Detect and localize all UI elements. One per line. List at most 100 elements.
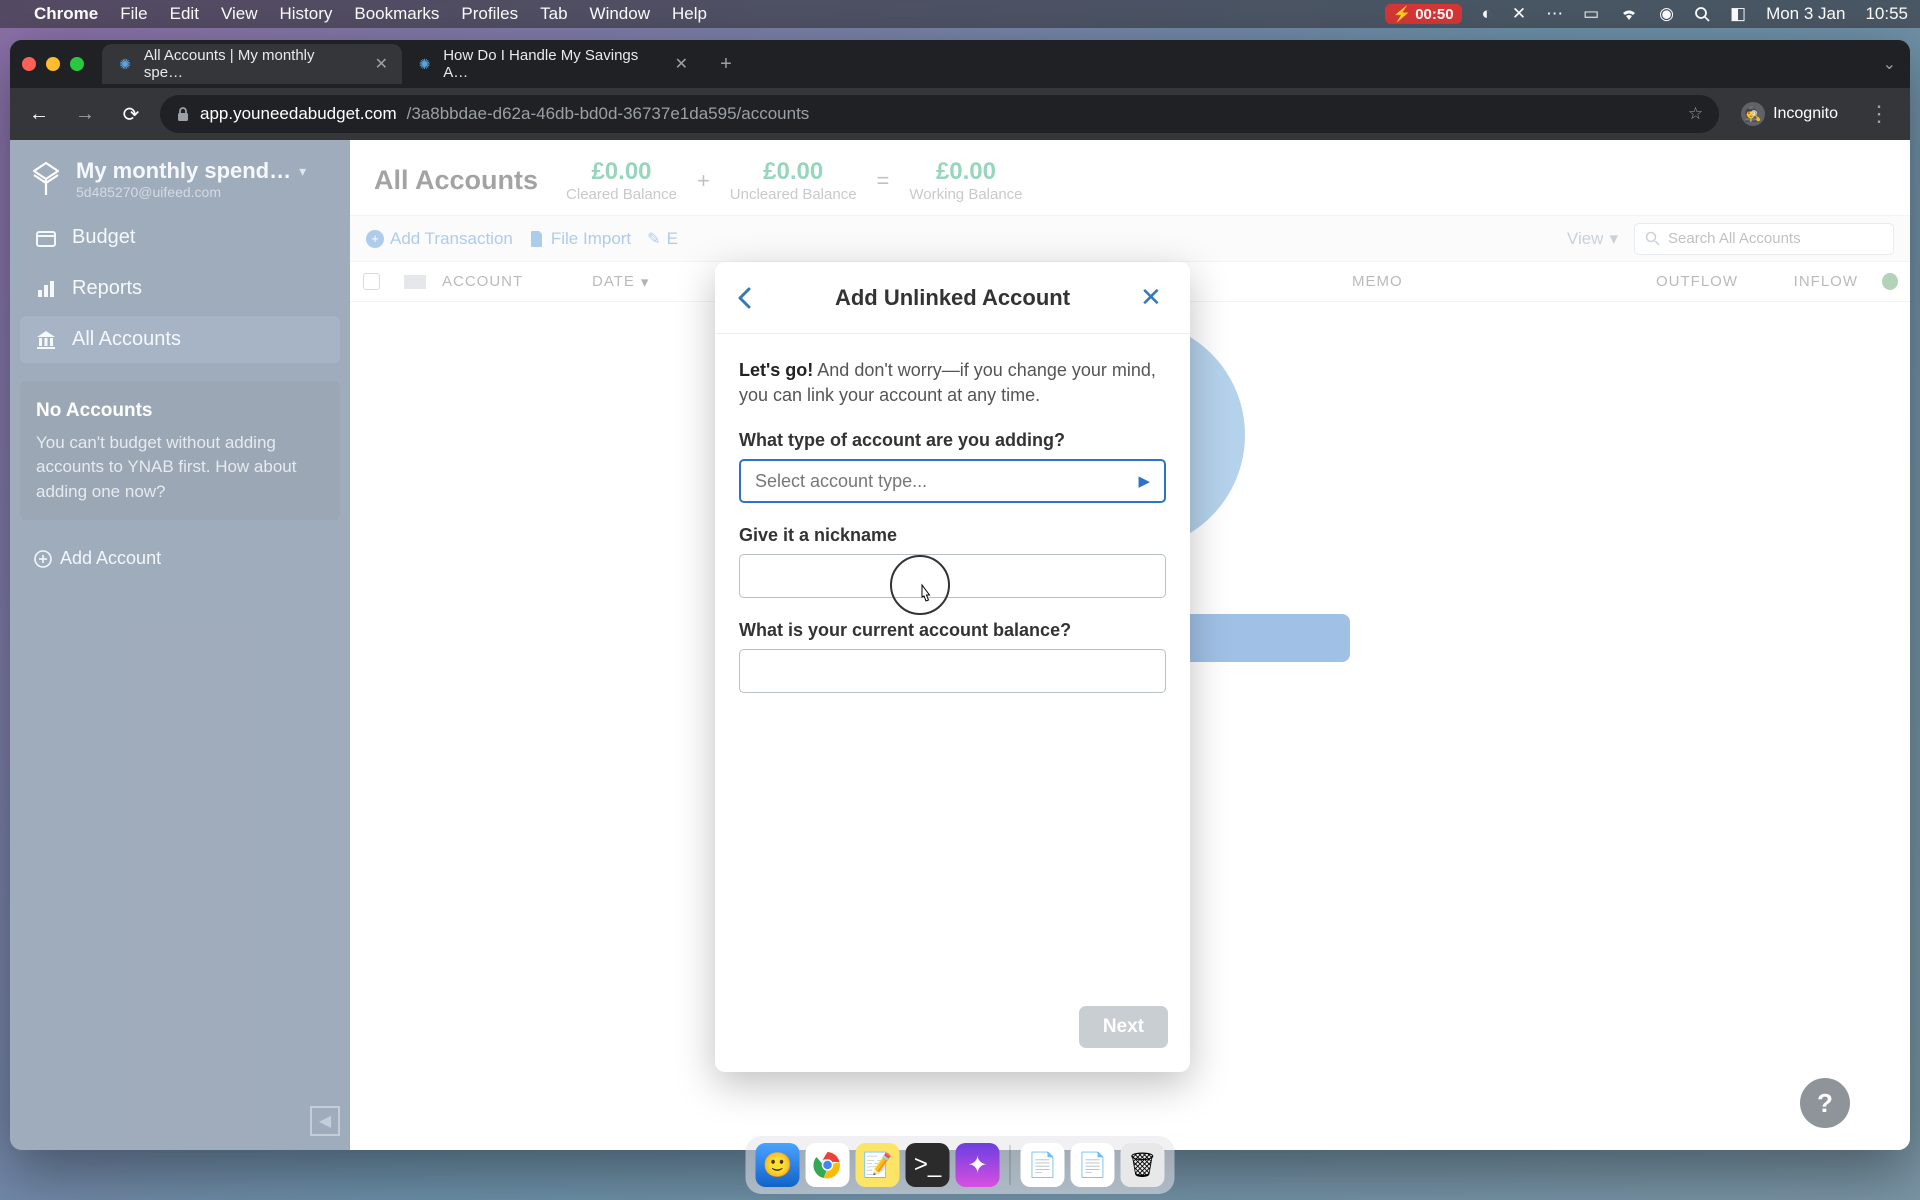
- tab-favicon-icon: ✺: [116, 55, 134, 73]
- dock-app[interactable]: ✦: [956, 1143, 1000, 1187]
- window-minimize-button[interactable]: [46, 57, 60, 71]
- bookmark-star-icon[interactable]: ☆: [1688, 104, 1703, 124]
- address-bar[interactable]: app.youneedabudget.com/3a8bbdae-d62a-46d…: [160, 95, 1719, 133]
- sidebar-header[interactable]: My monthly spend… ▾ 5d485270@uifeed.com: [20, 154, 340, 210]
- file-import-button[interactable]: File Import: [529, 229, 631, 249]
- col-cleared[interactable]: [1870, 273, 1910, 290]
- flag-column[interactable]: [392, 275, 430, 289]
- status-icon-2[interactable]: ✕: [1512, 4, 1526, 24]
- browser-tab-active[interactable]: ✺ All Accounts | My monthly spe… ✕: [102, 44, 402, 84]
- sidebar-item-all-accounts[interactable]: All Accounts: [20, 316, 340, 363]
- menubar-file[interactable]: File: [120, 4, 147, 24]
- caret-down-icon: ▾: [1609, 229, 1618, 249]
- menubar-date[interactable]: Mon 3 Jan: [1766, 4, 1845, 24]
- uncleared-balance: £0.00 Uncleared Balance: [730, 158, 857, 203]
- dock-chrome[interactable]: [806, 1143, 850, 1187]
- app-content: My monthly spend… ▾ 5d485270@uifeed.com …: [10, 140, 1910, 1150]
- menubar-help[interactable]: Help: [672, 4, 707, 24]
- modal-close-button[interactable]: ✕: [1140, 282, 1168, 313]
- sidebar-add-account-button[interactable]: Add Account: [20, 538, 340, 579]
- battery-status[interactable]: ⚡00:50: [1385, 4, 1462, 24]
- add-transaction-button[interactable]: + Add Transaction: [366, 229, 513, 249]
- new-tab-button[interactable]: +: [710, 48, 742, 80]
- sidebar-item-label: All Accounts: [72, 328, 181, 351]
- select-all-checkbox[interactable]: [350, 273, 392, 290]
- dock-notes[interactable]: 📝: [856, 1143, 900, 1187]
- status-icon-3[interactable]: ⋯: [1546, 4, 1563, 24]
- battery-icon[interactable]: ▭: [1583, 4, 1599, 24]
- dock-finder[interactable]: 🙂: [756, 1143, 800, 1187]
- menubar-history[interactable]: History: [279, 4, 332, 24]
- tab-favicon-icon: ✺: [416, 55, 433, 73]
- search-input[interactable]: [1668, 230, 1883, 247]
- menubar-profiles[interactable]: Profiles: [461, 4, 518, 24]
- incognito-icon: 🕵: [1741, 102, 1765, 126]
- back-button[interactable]: ←: [22, 97, 56, 131]
- macos-menubar: Chrome File Edit View History Bookmarks …: [0, 0, 1920, 28]
- tab-overflow-button[interactable]: ⌄: [1883, 54, 1896, 74]
- dock-trash[interactable]: 🗑: [1121, 1143, 1165, 1187]
- sort-caret-icon: ▾: [641, 273, 650, 291]
- col-date[interactable]: DATE ▾: [580, 273, 710, 291]
- tab-close-button[interactable]: ✕: [375, 54, 388, 74]
- browser-tab[interactable]: ✺ How Do I Handle My Savings A… ✕: [402, 44, 702, 84]
- no-accounts-title: No Accounts: [36, 397, 324, 425]
- chrome-menu-button[interactable]: ⋮: [1860, 101, 1898, 127]
- search-container: [1634, 223, 1894, 255]
- col-account[interactable]: ACCOUNT: [430, 273, 580, 290]
- menubar-view[interactable]: View: [221, 4, 258, 24]
- forward-button[interactable]: →: [68, 97, 102, 131]
- help-button[interactable]: ?: [1800, 1078, 1850, 1128]
- incognito-indicator[interactable]: 🕵 Incognito: [1731, 98, 1848, 130]
- url-path: /3a8bbdae-d62a-46db-bd0d-36737e1da595/ac…: [407, 104, 810, 124]
- window-close-button[interactable]: [22, 57, 36, 71]
- edit-button[interactable]: ✎ E: [647, 229, 678, 249]
- file-icon: [529, 230, 545, 248]
- menubar-window[interactable]: Window: [590, 4, 650, 24]
- next-button[interactable]: Next: [1079, 1006, 1168, 1048]
- spotlight-icon[interactable]: [1694, 6, 1710, 22]
- view-dropdown[interactable]: View ▾: [1567, 229, 1618, 249]
- reports-icon: [34, 278, 58, 300]
- dock-file-1[interactable]: 📄: [1021, 1143, 1065, 1187]
- status-icon-1[interactable]: ◐: [1482, 4, 1492, 24]
- budget-name: My monthly spend…: [76, 158, 291, 184]
- working-balance: £0.00 Working Balance: [909, 158, 1022, 203]
- budget-switcher-caret-icon[interactable]: ▾: [299, 163, 306, 180]
- wifi-icon[interactable]: [1619, 7, 1639, 21]
- nickname-input[interactable]: [739, 554, 1166, 598]
- menubar-app-name[interactable]: Chrome: [34, 4, 98, 24]
- sidebar-item-reports[interactable]: Reports: [20, 265, 340, 312]
- reload-button[interactable]: ⟳: [114, 97, 148, 131]
- balance-input[interactable]: [739, 649, 1166, 693]
- window-maximize-button[interactable]: [70, 57, 84, 71]
- url-host: app.youneedabudget.com: [200, 104, 397, 124]
- menubar-bookmarks[interactable]: Bookmarks: [354, 4, 439, 24]
- lock-icon: [176, 106, 190, 122]
- modal-back-button[interactable]: [737, 287, 765, 309]
- control-center-icon[interactable]: ◉: [1659, 4, 1674, 24]
- budget-icon: [34, 227, 58, 249]
- tab-close-button[interactable]: ✕: [675, 54, 688, 74]
- nickname-label: Give it a nickname: [739, 525, 1166, 546]
- account-type-select[interactable]: Select account type... ▶: [739, 459, 1166, 503]
- macos-dock: 🙂 📝 >_ ✦ 📄 📄 🗑: [746, 1136, 1175, 1194]
- menubar-tab[interactable]: Tab: [540, 4, 567, 24]
- sidebar-collapse-button[interactable]: ◀: [310, 1106, 340, 1136]
- window-controls: [22, 57, 84, 71]
- dock-file-2[interactable]: 📄: [1071, 1143, 1115, 1187]
- plus-circle-icon: [34, 550, 52, 568]
- tab-strip: ✺ All Accounts | My monthly spe… ✕ ✺ How…: [10, 40, 1910, 88]
- col-outflow[interactable]: OUTFLOW: [1600, 273, 1750, 290]
- menubar-time[interactable]: 10:55: [1865, 4, 1908, 24]
- dock-terminal[interactable]: >_: [906, 1143, 950, 1187]
- siri-icon[interactable]: ◧: [1730, 4, 1746, 24]
- col-inflow[interactable]: INFLOW: [1750, 273, 1870, 290]
- menubar-edit[interactable]: Edit: [170, 4, 199, 24]
- select-caret-icon: ▶: [1138, 472, 1150, 490]
- modal-intro-text: Let's go! And don't worry—if you change …: [739, 358, 1166, 408]
- col-memo[interactable]: MEMO: [1340, 273, 1600, 290]
- cleared-balance: £0.00 Cleared Balance: [566, 158, 677, 203]
- sidebar-item-budget[interactable]: Budget: [20, 214, 340, 261]
- browser-toolbar: ← → ⟳ app.youneedabudget.com/3a8bbdae-d6…: [10, 88, 1910, 140]
